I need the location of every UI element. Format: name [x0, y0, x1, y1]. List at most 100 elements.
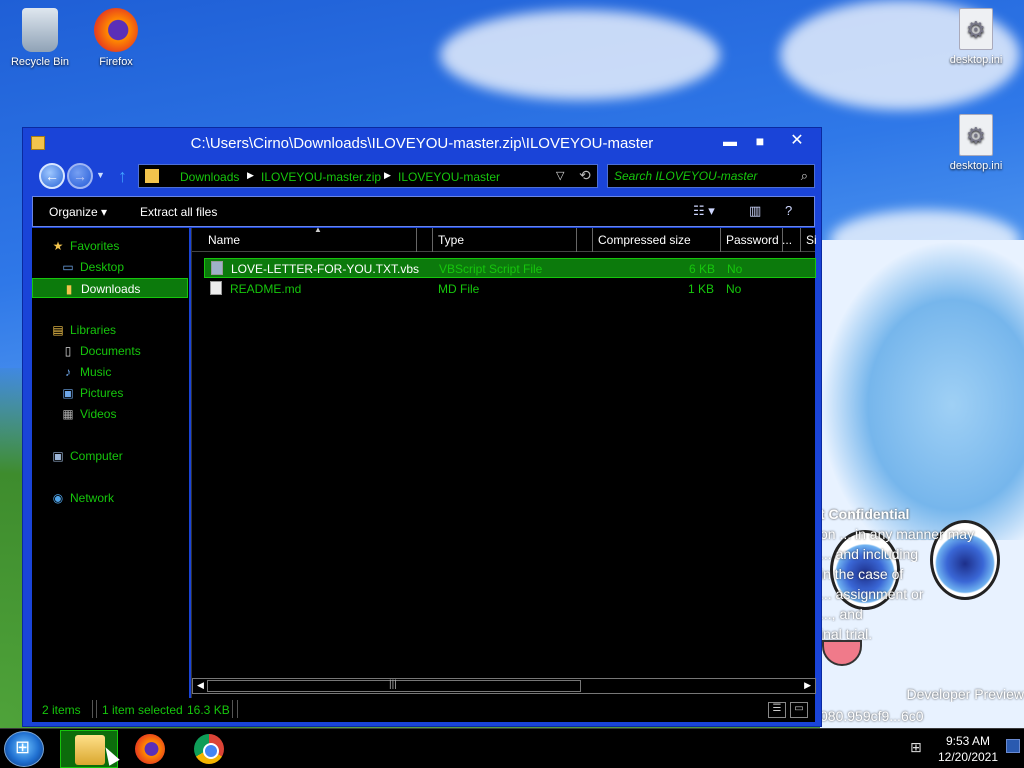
- nav-label: Libraries: [70, 323, 117, 337]
- sort-ascending-icon: ▲: [314, 225, 322, 234]
- maximize-button[interactable]: ■: [745, 130, 775, 152]
- preview-pane-icon[interactable]: ▥: [749, 203, 761, 219]
- status-divider: [237, 700, 238, 718]
- firefox-icon: [94, 8, 138, 52]
- column-divider[interactable]: [432, 228, 433, 252]
- chevron-right-icon[interactable]: ▶: [247, 170, 254, 181]
- star-icon: ★: [52, 239, 64, 253]
- watermark-text: ..., and: [820, 606, 863, 622]
- details-view-icon[interactable]: ☰: [768, 702, 786, 718]
- file-row[interactable]: README.md MD File 1 KB No: [204, 279, 816, 299]
- status-divider: [232, 700, 233, 718]
- breadcrumb-zip[interactable]: ILOVEYOU-master.zip: [261, 170, 381, 184]
- organize-button[interactable]: Organize ▾: [49, 205, 107, 219]
- file-type: VBScript Script File: [439, 262, 543, 276]
- desktop-icon-desktop-ini[interactable]: desktop.ini: [940, 114, 1012, 172]
- title-bar[interactable]: C:\Users\Cirno\Downloads\ILOVEYOU-master…: [23, 128, 821, 160]
- nav-label: Pictures: [80, 386, 124, 400]
- taskbar-chrome[interactable]: [180, 730, 238, 768]
- refresh-icon[interactable]: ⟲: [579, 167, 591, 184]
- column-type[interactable]: Type: [438, 233, 464, 247]
- taskbar-firefox[interactable]: [121, 730, 179, 768]
- nav-item-downloads[interactable]: ▮ Downloads: [32, 278, 188, 298]
- nav-item-videos[interactable]: ▦ Videos: [60, 404, 116, 424]
- large-icons-view-icon[interactable]: ▭: [790, 702, 808, 718]
- scroll-right-icon[interactable]: ▶: [804, 680, 811, 691]
- watermark-text: Developer Preview: [906, 686, 1024, 702]
- breadcrumb-folder[interactable]: ILOVEYOU-master: [398, 170, 500, 184]
- selection-size: 16.3 KB: [187, 703, 230, 717]
- clock[interactable]: 9:53 AM 12/20/2021: [930, 733, 1006, 765]
- column-divider[interactable]: [782, 228, 783, 252]
- explorer-window[interactable]: C:\Users\Cirno\Downloads\ILOVEYOU-master…: [22, 127, 822, 727]
- window-title: C:\Users\Cirno\Downloads\ILOVEYOU-master…: [190, 135, 654, 152]
- file-row[interactable]: LOVE-LETTER-FOR-YOU.TXT.vbs VBScript Scr…: [204, 258, 816, 278]
- nav-item-music[interactable]: ♪ Music: [60, 362, 111, 382]
- document-icon: ▯: [64, 344, 72, 358]
- breadcrumb-downloads[interactable]: Downloads: [180, 170, 239, 184]
- help-icon[interactable]: ?: [785, 203, 792, 218]
- nav-item-favorites[interactable]: ★ Favorites: [50, 236, 120, 256]
- search-input[interactable]: [614, 169, 784, 183]
- desktop-icon-firefox[interactable]: Firefox: [80, 8, 152, 68]
- nav-label: Documents: [80, 344, 141, 358]
- column-divider[interactable]: [800, 228, 801, 252]
- view-options-icon[interactable]: ☷ ▾: [693, 203, 715, 219]
- extract-all-button[interactable]: Extract all files: [140, 205, 217, 219]
- back-button[interactable]: ←: [39, 163, 65, 189]
- recent-pages-dropdown[interactable]: ▼: [96, 170, 105, 180]
- arrow-up-icon: ↑: [118, 166, 127, 186]
- folder-icon: [145, 169, 159, 183]
- network-tray-icon[interactable]: ⊞: [910, 739, 922, 756]
- file-type: MD File: [438, 282, 480, 296]
- column-divider[interactable]: [416, 228, 417, 252]
- desktop-icon-label: Firefox: [99, 56, 133, 68]
- chevron-down-icon[interactable]: ▽: [556, 169, 564, 182]
- minimize-button[interactable]: ▬: [715, 130, 745, 152]
- address-bar[interactable]: Downloads ▶ ILOVEYOU-master.zip ▶ ILOVEY…: [138, 164, 598, 188]
- start-button[interactable]: [4, 731, 44, 767]
- file-password: No: [726, 282, 742, 296]
- text-file-icon: [210, 281, 222, 295]
- navigation-bar: ← → ▼ ↑ Downloads ▶ ILOVEYOU-master.zip …: [23, 160, 821, 194]
- wallpaper-cloud: [440, 10, 720, 100]
- column-divider[interactable]: [720, 228, 721, 252]
- network-icon: ◉: [52, 491, 64, 505]
- scroll-left-icon[interactable]: ◀: [197, 680, 204, 691]
- watermark-text: ... and including: [820, 546, 919, 562]
- desktop-icon-recycle-bin[interactable]: Recycle Bin: [4, 8, 76, 68]
- column-size[interactable]: Si: [806, 233, 817, 247]
- nav-item-network[interactable]: ◉ Network: [50, 488, 114, 508]
- nav-item-documents[interactable]: ▯ Documents: [60, 341, 141, 361]
- file-compressed-size: 1 KB: [688, 282, 715, 296]
- clock-date: 12/20/2021: [937, 750, 999, 764]
- nav-label: Music: [80, 365, 112, 379]
- chevron-right-icon[interactable]: ▶: [384, 170, 391, 181]
- search-box[interactable]: ⌕: [607, 164, 815, 188]
- column-divider[interactable]: [576, 228, 577, 252]
- file-list[interactable]: ▲ Name Type Compressed size Password ...…: [191, 225, 817, 698]
- show-desktop-button[interactable]: [1006, 739, 1020, 753]
- recycle-bin-icon: [22, 8, 58, 52]
- horizontal-scrollbar[interactable]: ◀ ||| ▶: [192, 678, 816, 694]
- nav-label: Favorites: [70, 239, 120, 253]
- desktop-icon-desktop-ini[interactable]: desktop.ini: [940, 8, 1012, 66]
- close-button[interactable]: ✕: [777, 130, 817, 152]
- videos-icon: ▦: [62, 407, 74, 421]
- nav-label: Videos: [80, 407, 117, 421]
- column-compressed-size[interactable]: Compressed size: [598, 233, 691, 247]
- column-divider[interactable]: [592, 228, 593, 252]
- column-name[interactable]: Name: [208, 233, 240, 247]
- music-icon: ♪: [65, 365, 71, 379]
- file-compressed-size: 6 KB: [689, 262, 716, 276]
- desktop-icon-label: Recycle Bin: [10, 56, 70, 68]
- nav-item-pictures[interactable]: ▣ Pictures: [60, 383, 123, 403]
- forward-button[interactable]: →: [67, 163, 93, 189]
- taskbar: ⊞ 9:53 AM 12/20/2021: [0, 728, 1024, 768]
- nav-item-computer[interactable]: ▣ Computer: [50, 446, 122, 466]
- search-icon[interactable]: ⌕: [801, 168, 808, 184]
- up-level-button[interactable]: ↑: [118, 166, 127, 187]
- nav-item-libraries[interactable]: ▤ Libraries: [50, 320, 116, 340]
- nav-item-desktop[interactable]: ▭ Desktop: [60, 257, 124, 277]
- watermark-text: ... assignment or: [820, 586, 924, 602]
